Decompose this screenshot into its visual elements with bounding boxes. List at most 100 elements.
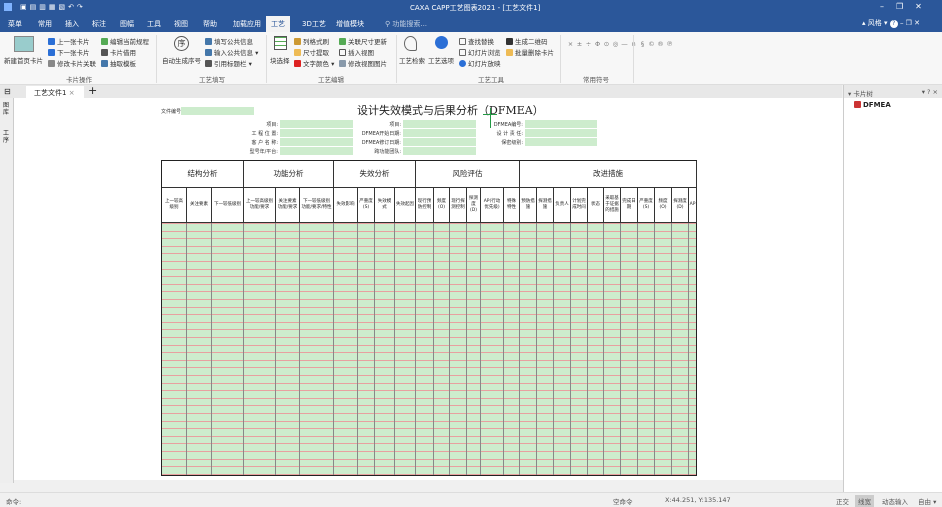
menu-1[interactable]: 常用	[33, 18, 57, 30]
symbol-button[interactable]: ±	[575, 40, 584, 48]
new-tab-button[interactable]: +	[88, 84, 97, 97]
linewidth-toggle[interactable]: 线宽	[855, 495, 874, 507]
reference-titlebar-button[interactable]: 引用标题栏 ▾	[205, 58, 252, 68]
next-card-button[interactable]: 下一张卡片	[48, 47, 90, 57]
file-no-field[interactable]	[181, 107, 254, 115]
left-tab-process[interactable]: 工序	[3, 130, 11, 144]
symbol-button[interactable]: ℗	[665, 40, 674, 48]
menu-10[interactable]: 3D工艺	[297, 18, 331, 30]
modify-card-link-button[interactable]: 修改卡片关联	[48, 58, 96, 68]
group-label-symbols: 常用符号	[583, 76, 609, 84]
text-color-button[interactable]: 文字颜色 ▾	[294, 58, 334, 68]
style-menu[interactable]: ▴ 风格 ▾ ? – ❐ ✕	[862, 18, 920, 28]
find-replace-button[interactable]: 查找替换	[459, 36, 494, 46]
quick-access-icons[interactable]: ▣▤▥▦▧↶↷	[20, 3, 86, 11]
menu-8[interactable]: 加载应用	[228, 18, 266, 30]
field-label: 型号年/平台:	[249, 149, 278, 155]
column-divider	[519, 223, 520, 475]
dynamic-input-toggle[interactable]: 动态输入	[882, 496, 908, 506]
column-header: 完成日期	[621, 188, 638, 223]
borrow-card-button[interactable]: 卡片借用	[101, 47, 136, 57]
menu-2[interactable]: 插入	[60, 18, 84, 30]
column-header: 关注要素功能/要求	[276, 188, 300, 223]
extract-template-button[interactable]: 抽取模板	[101, 58, 136, 68]
slide-show-button[interactable]: 幻灯片放映	[459, 58, 501, 68]
column-format-brush-button[interactable]: 列格式刷	[294, 36, 329, 46]
left-tab-library[interactable]: 图库	[3, 102, 11, 116]
group-header: 失效分析	[334, 161, 416, 188]
form-field[interactable]	[280, 138, 353, 146]
panel-title: 卡片树	[853, 90, 873, 98]
menu-6[interactable]: 视图	[169, 18, 193, 30]
help-icon[interactable]: ?	[889, 20, 898, 28]
symbol-button[interactable]: §	[638, 40, 647, 48]
command-status: 空命令	[613, 498, 633, 506]
column-divider	[357, 223, 358, 475]
form-field[interactable]	[403, 120, 476, 128]
group-label-tools: 工艺工具	[478, 76, 504, 84]
left-sidebar: 图库 工序	[0, 98, 14, 483]
menu-3[interactable]: 标注	[87, 18, 111, 30]
symbol-button[interactable]: ®	[656, 40, 665, 48]
form-field[interactable]	[403, 129, 476, 137]
fill-public-info-button[interactable]: 填写公共信息	[205, 36, 253, 46]
column-header: 现行预防控制	[416, 188, 434, 223]
menu-4[interactable]: 图幅	[115, 18, 139, 30]
borrow-icon	[101, 49, 108, 56]
edit-procedure-button[interactable]: 编辑当前规程	[101, 36, 149, 46]
new-first-card-button[interactable]: 新建首页卡片	[4, 55, 43, 65]
image-icon	[339, 60, 346, 67]
symbol-button[interactable]: ÷	[584, 40, 593, 48]
command-prompt[interactable]: 命令:	[6, 496, 21, 506]
insert-view-button[interactable]: 插入视图	[339, 47, 374, 57]
generate-qrcode-button[interactable]: 生成二维码	[506, 36, 548, 46]
form-field[interactable]	[280, 129, 353, 137]
symbol-button[interactable]: Φ	[593, 40, 602, 48]
tree-item-dfmea[interactable]: DFMEA	[844, 98, 942, 112]
form-field[interactable]	[525, 120, 597, 128]
extract-dimension-button[interactable]: 尺寸提取	[294, 47, 329, 57]
symbol-button[interactable]: ⊙	[602, 40, 611, 48]
form-field[interactable]	[280, 147, 353, 155]
field-label: 项目:	[266, 122, 278, 128]
modify-view-image-button[interactable]: 修改视图图片	[339, 58, 387, 68]
link-icon	[48, 60, 55, 67]
prev-card-button[interactable]: 上一张卡片	[48, 36, 90, 46]
feature-search-input[interactable]: ⚲ 功能搜索...	[380, 18, 432, 30]
input-icon	[205, 49, 212, 56]
process-search-button[interactable]: 工艺检索	[399, 55, 425, 65]
tab-document-1[interactable]: 工艺文件1 ×	[26, 86, 84, 98]
column-divider	[688, 223, 689, 475]
field-label: DFMEA编号:	[493, 122, 523, 128]
auto-sequence-button[interactable]: 自动生成序号	[162, 55, 201, 65]
menu-7[interactable]: 帮助	[198, 18, 222, 30]
input-public-info-button[interactable]: 输入公共信息 ▾	[205, 47, 258, 57]
menu-5[interactable]: 工具	[142, 18, 166, 30]
panel-toggle-icon[interactable]: ⊟	[4, 87, 11, 96]
block-select-button[interactable]: 块选择	[270, 55, 290, 65]
field-label: 保密级别:	[501, 140, 523, 146]
new-card-icon	[14, 36, 34, 52]
snap-mode-dropdown[interactable]: 自由 ▾	[918, 496, 936, 506]
symbol-button[interactable]: ×	[566, 40, 575, 48]
form-field[interactable]	[280, 120, 353, 128]
card-tree-panel: ▾ 卡片树 ▾ ? × DFMEA	[843, 85, 942, 492]
window-controls[interactable]: –❐✕	[880, 2, 934, 11]
slide-browse-button[interactable]: 幻灯片浏览	[459, 47, 501, 57]
batch-delete-cards-button[interactable]: 批量删除卡片	[506, 47, 554, 57]
form-field[interactable]	[403, 147, 476, 155]
ortho-toggle[interactable]: 正交	[836, 496, 849, 506]
form-field[interactable]	[525, 129, 597, 137]
column-header: 频度(O)	[434, 188, 450, 223]
symbol-button[interactable]: ◎	[611, 40, 620, 48]
form-field[interactable]	[403, 138, 476, 146]
menu-0[interactable]: 菜单	[3, 18, 27, 30]
menu-9[interactable]: 工艺	[266, 16, 290, 32]
symbol-button[interactable]: —	[620, 40, 629, 48]
form-field[interactable]	[525, 138, 597, 146]
menu-11[interactable]: 增值模块	[331, 18, 369, 30]
process-options-button[interactable]: 工艺选项	[428, 55, 454, 65]
close-icon[interactable]: ×	[69, 89, 75, 97]
update-linked-dimension-button[interactable]: 关联尺寸更新	[339, 36, 387, 46]
symbol-button[interactable]: ©	[647, 40, 656, 48]
